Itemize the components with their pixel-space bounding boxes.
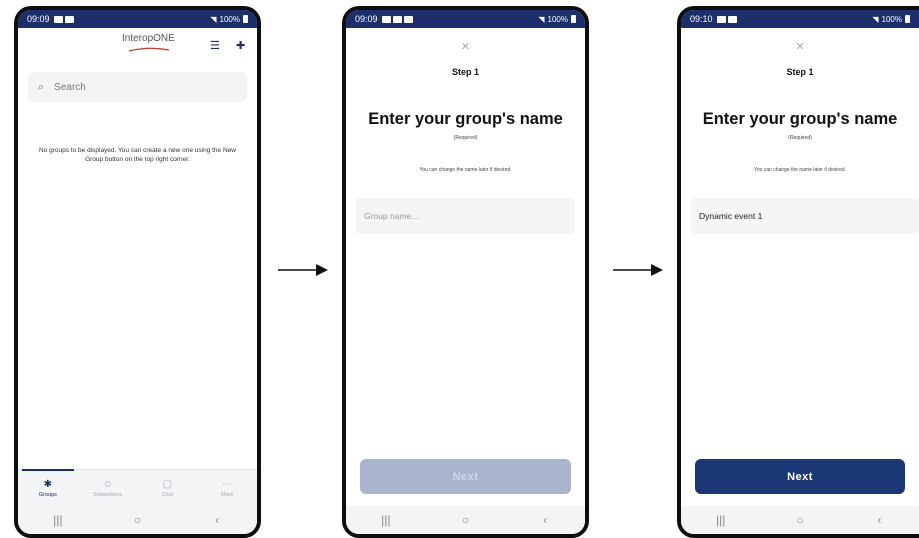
phone-step1-filled: 09:10 ◥ 100% ✕ Step 1 Enter your group's… (677, 6, 919, 538)
tab-more[interactable]: ⋯ More (197, 470, 257, 506)
status-bar: 09:10 ◥ 100% (681, 10, 919, 28)
groups-icon: ✱ (43, 478, 53, 490)
tab-label: More (220, 491, 234, 498)
status-time: 09:09 (355, 14, 378, 24)
required-note: (Required) (453, 135, 478, 141)
tab-label: Subscribers (93, 491, 123, 498)
empty-state-message: No groups to be displayed. You can creat… (39, 147, 236, 163)
group-name-input[interactable]: Dynamic event 1 (691, 198, 919, 234)
sort-icon[interactable]: ☰ (210, 39, 220, 52)
home-icon[interactable]: ○ (445, 513, 485, 527)
system-nav-bar: ||| ○ ‹ (346, 506, 585, 534)
hint-text: You can change the name later if desired… (419, 167, 512, 173)
step-label: Step 1 (786, 67, 814, 77)
status-time: 09:09 (27, 14, 50, 24)
step1-filled-screen: 09:10 ◥ 100% ✕ Step 1 Enter your group's… (681, 10, 919, 534)
required-note: (Required) (788, 135, 812, 141)
notification-icon (716, 15, 726, 23)
notification-icon (727, 15, 737, 23)
battery-icon (571, 15, 576, 23)
search-placeholder: Search (54, 81, 86, 93)
more-icon: ⋯ (222, 478, 233, 490)
notification-icon (53, 15, 63, 23)
new-group-icon[interactable]: ✚ (236, 39, 245, 52)
subscribers-icon: ☺ (102, 478, 113, 490)
back-icon[interactable]: ‹ (525, 513, 565, 527)
recent-apps-icon[interactable]: ||| (366, 513, 406, 527)
recent-apps-icon[interactable]: ||| (38, 513, 78, 527)
home-icon[interactable]: ○ (117, 513, 157, 527)
search-icon: ⌕ (38, 80, 45, 93)
notification-icon (403, 15, 413, 23)
battery-icon (243, 15, 248, 23)
battery-level: 100% (547, 14, 568, 24)
group-name-value: Dynamic event 1 (699, 211, 763, 221)
group-name-placeholder: Group name... (364, 211, 419, 221)
group-name-input[interactable]: Group name... (356, 198, 575, 234)
app-logo: InteropONE (122, 33, 175, 44)
close-icon[interactable]: ✕ (346, 40, 585, 53)
tab-label: Groups (38, 491, 57, 498)
status-right: ◥ 100% (538, 15, 576, 24)
status-bar: 09:09 ◥ 100% (346, 10, 585, 28)
next-button[interactable]: Next (360, 459, 571, 494)
hint-text: You can change the name later if desired… (753, 167, 847, 173)
tab-groups[interactable]: ✱ Groups (18, 469, 78, 506)
recent-apps-icon[interactable]: ||| (701, 513, 741, 527)
step-label: Step 1 (451, 67, 479, 77)
page-title: Enter your group's name (702, 110, 898, 128)
notification-icon (64, 15, 74, 23)
chat-icon: ▢ (162, 478, 173, 490)
logo-swoosh-icon (128, 47, 170, 52)
page-title: Enter your group's name (368, 110, 563, 128)
phone-groups-screen: 09:09 ◥ 100% InteropONE ☰ ✚ ⌕ Search No … (14, 6, 261, 538)
next-button[interactable]: Next (695, 459, 905, 494)
flow-arrow-icon (278, 264, 328, 276)
status-right: ◥ 100% (210, 15, 248, 24)
signal-icon: ◥ (210, 14, 217, 24)
flow-arrow-icon (613, 264, 663, 276)
phone-step1-empty: 09:09 ◥ 100% ✕ Step 1 Enter your group's… (342, 6, 589, 538)
bottom-tab-bar: ✱ Groups ☺ Subscribers ▢ Chat ⋯ More (18, 469, 257, 506)
signal-icon: ◥ (872, 14, 879, 24)
tab-label: Chat (161, 491, 174, 498)
notification-icon (381, 15, 391, 23)
step1-empty-screen: 09:09 ◥ 100% ✕ Step 1 Enter your group's… (346, 10, 585, 534)
system-nav-bar: ||| ○ ‹ (681, 506, 919, 534)
battery-level: 100% (881, 14, 902, 24)
signal-icon: ◥ (538, 14, 545, 24)
status-time: 09:10 (690, 14, 713, 24)
status-right: ◥ 100% (872, 15, 910, 24)
system-nav-bar: ||| ○ ‹ (18, 506, 257, 534)
app-header: InteropONE ☰ ✚ (18, 28, 257, 58)
tab-chat[interactable]: ▢ Chat (138, 470, 198, 506)
tab-subscribers[interactable]: ☺ Subscribers (78, 470, 138, 506)
back-icon[interactable]: ‹ (197, 513, 237, 527)
search-input[interactable]: ⌕ Search (28, 72, 247, 102)
groups-screen: 09:09 ◥ 100% InteropONE ☰ ✚ ⌕ Search No … (18, 10, 257, 534)
status-bar: 09:09 ◥ 100% (18, 10, 257, 28)
close-icon[interactable]: ✕ (681, 40, 919, 53)
home-icon[interactable]: ○ (780, 513, 820, 527)
back-icon[interactable]: ‹ (859, 513, 899, 527)
battery-icon (905, 15, 910, 23)
notification-icon (392, 15, 402, 23)
battery-level: 100% (219, 14, 240, 24)
